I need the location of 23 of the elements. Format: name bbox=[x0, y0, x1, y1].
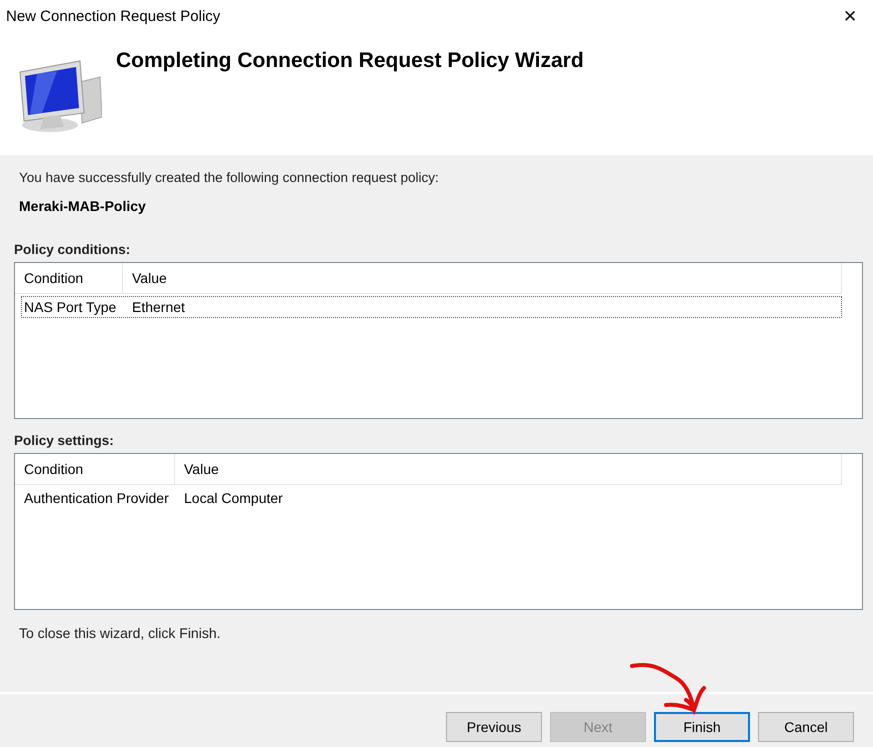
list-view[interactable]: Condition Value Authentication Provider Local Computer bbox=[14, 453, 863, 610]
closing-note: To close this wizard, click Finish. bbox=[19, 625, 221, 641]
column-header[interactable]: Condition bbox=[15, 263, 123, 293]
wizard-button[interactable]: Cancel bbox=[758, 712, 854, 742]
table-cell-text: Local Computer bbox=[183, 490, 284, 506]
policy-name: Meraki-MAB-Policy bbox=[19, 198, 146, 214]
window-title: New Connection Request Policy bbox=[6, 8, 220, 24]
list-row[interactable]: NAS Port Type Ethernet bbox=[21, 296, 842, 318]
list-view[interactable]: Condition Value NAS Port Type Ethernet bbox=[14, 262, 863, 419]
list-row[interactable]: Authentication Provider Local Computer bbox=[21, 487, 842, 509]
table-cell-text: Authentication Provider bbox=[23, 490, 170, 506]
close-button[interactable]: ✕ bbox=[827, 0, 873, 32]
section-label: Policy conditions: bbox=[14, 242, 130, 257]
section-label: Policy settings: bbox=[14, 433, 114, 448]
wizard-button[interactable]: Previous bbox=[446, 712, 542, 742]
wizard-button[interactable]: Finish bbox=[654, 712, 750, 742]
intro-text: You have successfully created the following connection request policy: bbox=[19, 170, 439, 185]
column-header[interactable]: Value bbox=[175, 454, 842, 484]
table-cell-text: Ethernet bbox=[131, 299, 186, 315]
column-header[interactable]: Value bbox=[123, 263, 842, 293]
table-cell-text: NAS Port Type bbox=[23, 299, 118, 315]
column-header[interactable]: Condition bbox=[15, 454, 175, 484]
wizard-heading: Completing Connection Request Policy Wizard bbox=[116, 49, 584, 73]
